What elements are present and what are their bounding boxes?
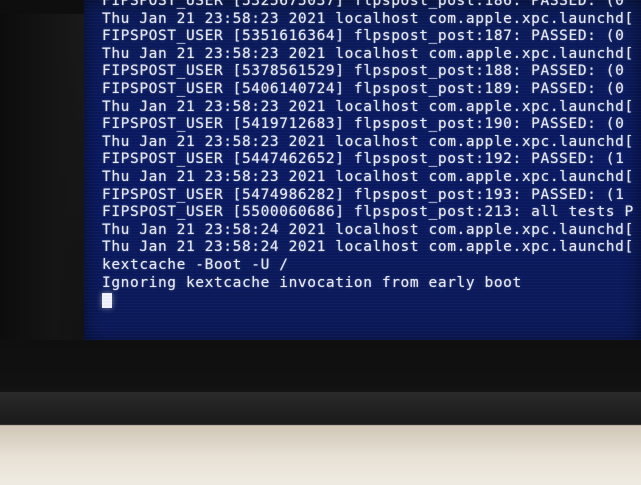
left-bezel-shadow	[0, 0, 90, 360]
terminal-line: FIPSPOST_USER [5419712683] flpspost_post…	[102, 116, 625, 133]
terminal-line: Thu Jan 21 23:58:23 2021 localhost com.a…	[102, 133, 634, 150]
terminal-line: kextcache -Boot -U /	[102, 256, 289, 273]
monitor-chin-and-desk	[0, 392, 641, 485]
terminal-line: FIPSPOST_USER [5378561529] flpspost_post…	[102, 63, 625, 80]
terminal-line: Thu Jan 21 23:58:23 2021 localhost com.a…	[102, 10, 634, 27]
text-cursor	[102, 292, 112, 308]
bottom-bezel	[0, 340, 641, 400]
terminal-line: FIPSPOST_USER [5447462652] flpspost_post…	[102, 151, 625, 168]
terminal-line: Thu Jan 21 23:58:24 2021 localhost com.a…	[102, 239, 634, 256]
terminal-line: FIPSPOST_USER [5406140724] flpspost_post…	[102, 80, 625, 97]
terminal-line: Thu Jan 21 23:58:23 2021 localhost com.a…	[102, 45, 634, 62]
terminal-line: Thu Jan 21 23:58:23 2021 localhost com.a…	[102, 98, 634, 115]
terminal-line: FIPSPOST_USER [5474986282] flpspost_post…	[102, 186, 625, 203]
monitor-photo: FIPSPOST_USER [5325675037] flpspost_post…	[0, 0, 641, 485]
terminal-cursor-line	[102, 292, 632, 310]
terminal-line: FIPSPOST_USER [5325675037] flpspost_post…	[102, 0, 625, 9]
terminal-line: FIPSPOST_USER [5500060686] flpspost_post…	[102, 204, 634, 221]
terminal-line: Ignoring kextcache invocation from early…	[102, 274, 522, 291]
terminal-output: FIPSPOST_USER [5325675037] flpspost_post…	[102, 0, 634, 310]
terminal-line: FIPSPOST_USER [5351616364] flpspost_post…	[102, 28, 625, 45]
terminal-line: Thu Jan 21 23:58:23 2021 localhost com.a…	[102, 168, 634, 185]
terminal-line: Thu Jan 21 23:58:24 2021 localhost com.a…	[102, 221, 634, 238]
boot-screen: FIPSPOST_USER [5325675037] flpspost_post…	[84, 0, 641, 344]
